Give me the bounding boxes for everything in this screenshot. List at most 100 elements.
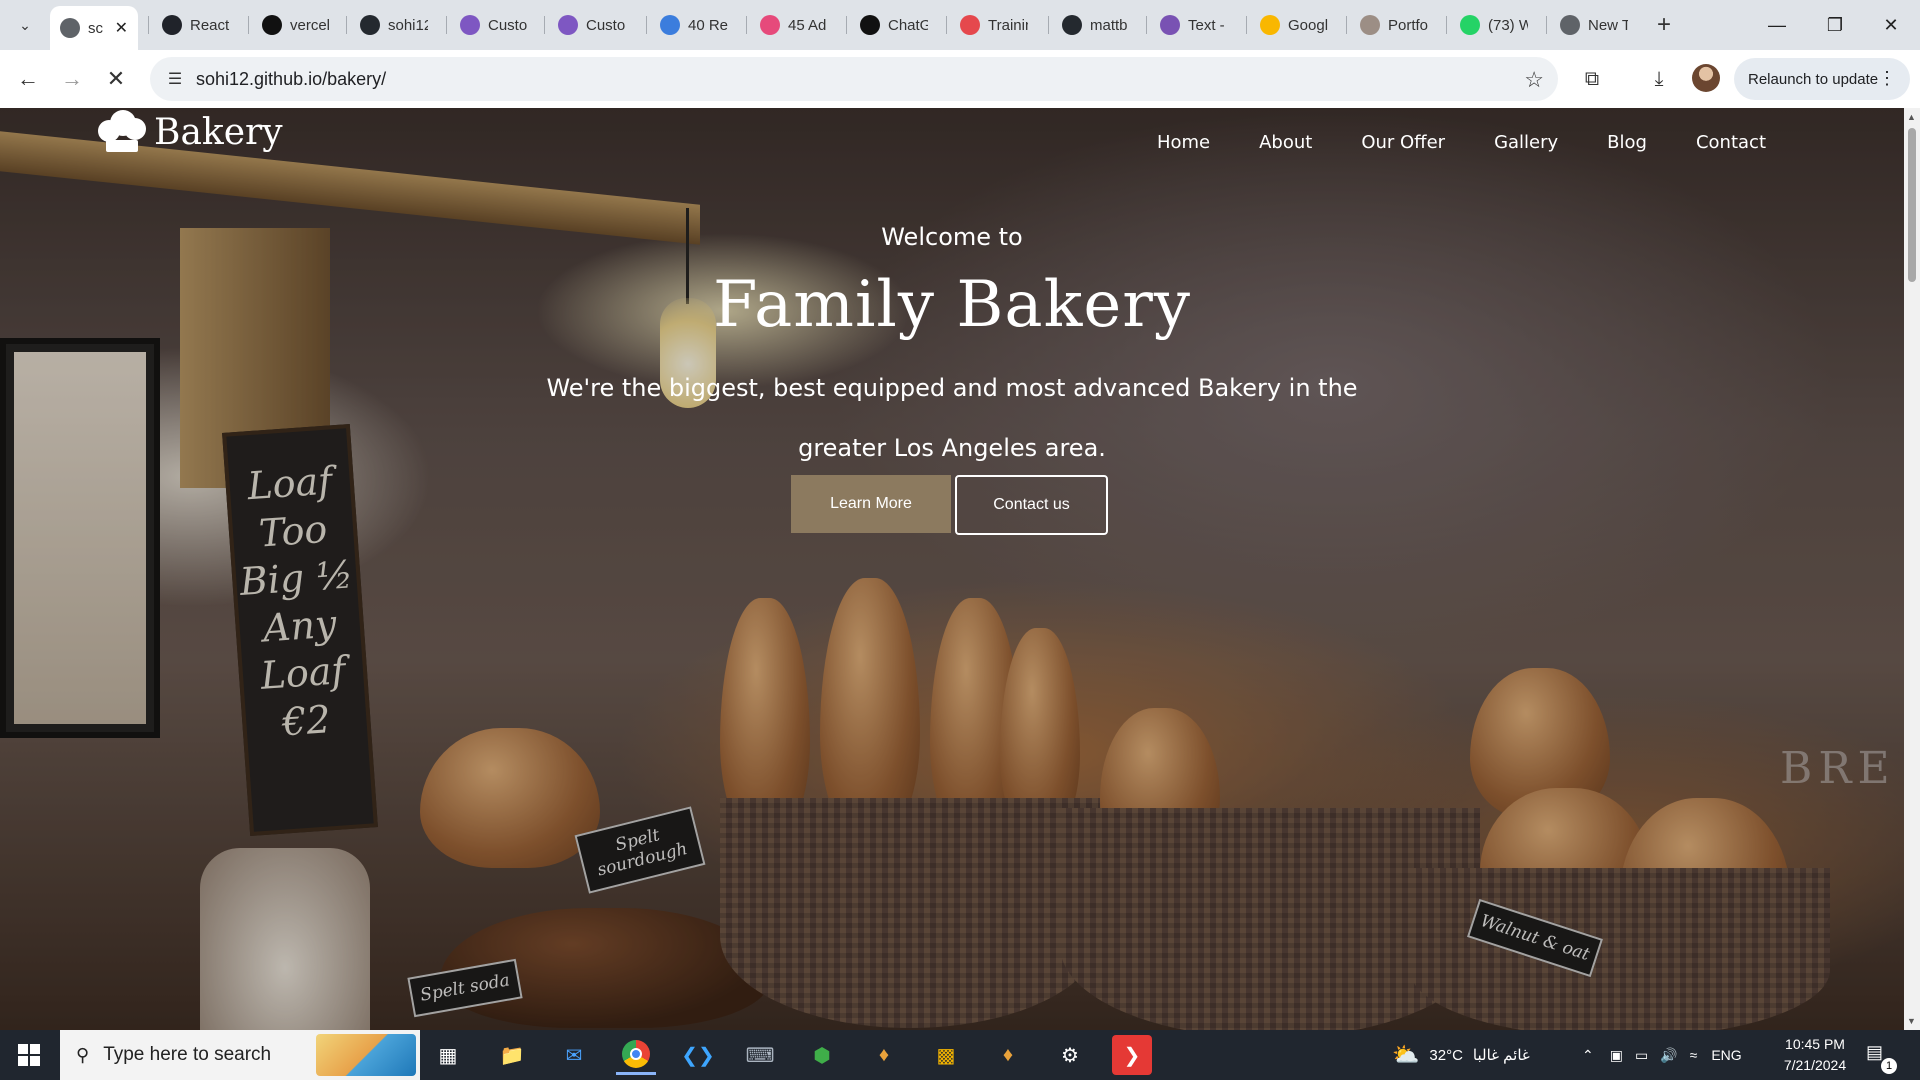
taskbar-search-placeholder: Type here to search <box>103 1044 272 1065</box>
weather-widget[interactable]: ⛅ 32°C غائم غالبا <box>1392 1030 1530 1080</box>
github-icon <box>360 15 380 35</box>
cloud-sun-icon: ⛅ <box>1392 1042 1420 1067</box>
language-indicator[interactable]: ENG <box>1711 1047 1741 1063</box>
training-icon <box>960 15 980 35</box>
profile-avatar[interactable] <box>1692 64 1720 92</box>
mail-icon[interactable]: ✉ <box>554 1035 594 1075</box>
browser-tab[interactable]: New T <box>1550 6 1642 44</box>
tab-separator <box>248 16 249 34</box>
browser-tab[interactable]: Portfo <box>1350 6 1442 44</box>
file-explorer-icon[interactable]: 📁 <box>492 1035 532 1075</box>
page-scrollbar[interactable]: ▲ ▼ <box>1904 108 1920 1030</box>
meet-now-icon[interactable]: ▣ <box>1610 1047 1623 1064</box>
git-app-icon-2[interactable]: ♦ <box>988 1035 1028 1075</box>
nav-about[interactable]: About <box>1259 132 1312 153</box>
clock-time: 10:45 PM <box>1785 1036 1845 1052</box>
tab-title: vercel <box>290 16 330 34</box>
relaunch-button[interactable]: Relaunch to update ⋮ <box>1734 58 1910 100</box>
hero-title: Family Bakery <box>713 268 1191 342</box>
relaunch-label: Relaunch to update <box>1748 70 1879 88</box>
close-window-button[interactable]: ✕ <box>1862 0 1920 50</box>
tab-title: Custo <box>586 16 626 34</box>
browser-tab[interactable]: 45 Ad <box>750 6 842 44</box>
browser-tab[interactable]: sohi12 <box>350 6 442 44</box>
anydesk-icon[interactable]: ❯ <box>1112 1035 1152 1075</box>
browser-tab[interactable]: React <box>152 6 244 44</box>
restore-button[interactable]: ❐ <box>1806 0 1864 50</box>
nodejs-icon[interactable]: ⬢ <box>802 1035 842 1075</box>
browser-tab[interactable]: Googl <box>1250 6 1342 44</box>
download-icon[interactable]: ⤓ <box>1644 64 1674 94</box>
bookmark-icon <box>660 15 680 35</box>
bookmark-icon <box>760 15 780 35</box>
wifi-icon[interactable]: ≈ <box>1690 1047 1698 1063</box>
new-tab-button[interactable]: + <box>1648 9 1680 41</box>
back-button[interactable]: ← <box>10 61 46 97</box>
scroll-thumb[interactable] <box>1908 128 1916 282</box>
google-keep-icon <box>1260 15 1280 35</box>
contact-us-button[interactable]: Contact us <box>955 475 1108 535</box>
nav-blog[interactable]: Blog <box>1607 132 1647 153</box>
tab-title: 40 Re <box>688 16 728 34</box>
git-app-icon[interactable]: ♦ <box>864 1035 904 1075</box>
arrow-left-icon: ← <box>17 66 39 91</box>
taskbar-search[interactable]: ⚲ Type here to search <box>60 1030 420 1080</box>
browser-tab[interactable]: mattb <box>1052 6 1144 44</box>
settings-icon[interactable]: ⚙ <box>1050 1035 1090 1075</box>
scroll-down-icon[interactable]: ▼ <box>1907 1016 1916 1026</box>
nav-gallery[interactable]: Gallery <box>1494 132 1558 153</box>
task-view-icon[interactable]: ▦ <box>428 1035 468 1075</box>
tab-title: (73) W <box>1488 16 1528 34</box>
extensions-icon[interactable]: ⧉ <box>1577 64 1607 94</box>
browser-tab[interactable]: ChatG <box>850 6 942 44</box>
site-brand-name: Bakery <box>154 111 283 153</box>
site-info-icon[interactable]: ☰ <box>164 68 186 90</box>
bookmark-star-icon[interactable]: ☆ <box>1524 67 1544 93</box>
scroll-up-icon[interactable]: ▲ <box>1907 112 1916 122</box>
tab-separator <box>1346 16 1347 34</box>
windows-taskbar: ⚲ Type here to search ▦ 📁 ✉ ❮❯ ⌨ ⬢ ♦ ▩ ♦… <box>0 1030 1920 1080</box>
volume-icon[interactable]: 🔊 <box>1660 1047 1677 1064</box>
nav-our-offer[interactable]: Our Offer <box>1361 132 1445 153</box>
system-tray-icons[interactable]: ⌃ ▣ ▭ 🔊 ≈ ENG <box>1582 1030 1742 1080</box>
tab-title: mattb <box>1090 16 1128 34</box>
close-tab-icon[interactable]: ✕ <box>115 18 128 38</box>
chef-hat-icon <box>96 110 148 154</box>
weather-temp: 32°C <box>1429 1046 1463 1064</box>
tab-search-button[interactable]: ⌄ <box>8 9 42 41</box>
minimize-button[interactable]: — <box>1748 0 1806 50</box>
chrome-taskbar-icon[interactable] <box>616 1035 656 1075</box>
vscode-icon[interactable]: ❮❯ <box>678 1035 718 1075</box>
url-text[interactable]: sohi12.github.io/bakery/ <box>196 69 386 90</box>
browser-tab[interactable]: 40 Re <box>650 6 742 44</box>
start-button[interactable] <box>0 1030 58 1080</box>
browser-tab[interactable]: (73) W <box>1450 6 1542 44</box>
hero-welcome: Welcome to <box>881 223 1023 251</box>
chrome-icon <box>1560 15 1580 35</box>
close-icon: ✕ <box>106 66 126 91</box>
site-logo[interactable]: Bakery <box>96 110 283 154</box>
tab-title: Custo <box>488 16 528 34</box>
tab-title: ChatG <box>888 16 928 34</box>
learn-more-button[interactable]: Learn More <box>791 475 951 533</box>
tab-separator <box>1246 16 1247 34</box>
address-bar[interactable]: ☰ sohi12.github.io/bakery/ ☆ <box>150 57 1558 101</box>
browser-tab[interactable]: sc ✕ <box>50 6 138 50</box>
battery-icon[interactable]: ▭ <box>1635 1047 1648 1064</box>
notification-count: 1 <box>1881 1058 1897 1074</box>
chevron-up-icon[interactable]: ⌃ <box>1582 1047 1594 1064</box>
nav-home[interactable]: Home <box>1157 132 1210 153</box>
keyboard-icon[interactable]: ⌨ <box>740 1035 780 1075</box>
browser-tab[interactable]: Custo <box>548 6 640 44</box>
browser-tab[interactable]: vercel <box>252 6 344 44</box>
browser-tab[interactable]: Custo <box>450 6 542 44</box>
system-clock[interactable]: 10:45 PM 7/21/2024 <box>1770 1034 1860 1076</box>
browser-tab[interactable]: Trainin <box>950 6 1042 44</box>
store-icon[interactable]: ▩ <box>926 1035 966 1075</box>
tab-title: Portfo <box>1388 16 1428 34</box>
tab-separator <box>1446 16 1447 34</box>
nav-contact[interactable]: Contact <box>1696 132 1766 153</box>
forward-button[interactable]: → <box>54 61 90 97</box>
stop-loading-button[interactable]: ✕ <box>98 61 134 97</box>
browser-tab[interactable]: Text - <box>1150 6 1242 44</box>
